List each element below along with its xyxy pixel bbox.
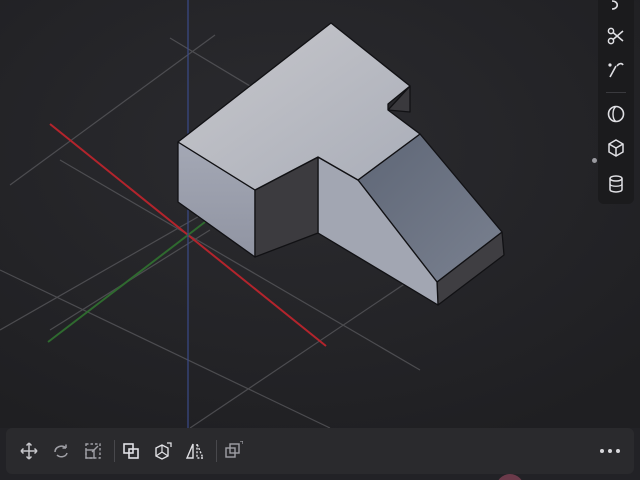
rotate-icon xyxy=(54,444,68,458)
toolbar-divider xyxy=(606,92,626,93)
cube-icon xyxy=(608,139,624,157)
scissors-icon xyxy=(607,27,624,45)
duplicate-icon xyxy=(225,441,243,458)
extrude-icon xyxy=(155,442,172,460)
cut-button[interactable] xyxy=(598,20,634,52)
trim-button[interactable] xyxy=(598,54,634,86)
notification-indicator xyxy=(496,474,524,480)
cad-app-window xyxy=(0,0,640,480)
scale-button[interactable] xyxy=(78,436,108,466)
right-toolbar xyxy=(592,0,634,204)
more-horizontal-icon xyxy=(598,449,622,453)
cylinder-button[interactable] xyxy=(598,168,634,200)
trim-curve-icon xyxy=(608,62,624,78)
viewport-canvas[interactable] xyxy=(0,0,640,428)
3d-viewport[interactable] xyxy=(0,0,640,428)
mirror-button[interactable] xyxy=(180,436,210,466)
revolve-button[interactable] xyxy=(598,98,634,130)
boolean-icon xyxy=(123,443,139,459)
duplicate-button[interactable] xyxy=(218,436,248,466)
toolbar-divider xyxy=(216,440,217,462)
extrude-button[interactable] xyxy=(148,436,178,466)
revolve-icon xyxy=(607,105,625,123)
bottom-toolbar xyxy=(6,428,634,474)
toolbar-indicator-dot xyxy=(592,158,597,163)
box-button[interactable] xyxy=(598,132,634,164)
toolbar-divider xyxy=(114,440,115,462)
scale-icon xyxy=(85,443,101,459)
undo-icon xyxy=(611,0,619,10)
more-options-button[interactable] xyxy=(592,436,628,466)
move-arrows-icon xyxy=(20,442,38,460)
rotate-button[interactable] xyxy=(46,436,76,466)
mirror-icon xyxy=(185,443,205,459)
boolean-button[interactable] xyxy=(116,436,146,466)
move-button[interactable] xyxy=(14,436,44,466)
undo-button[interactable] xyxy=(598,0,634,22)
cylinder-icon xyxy=(609,175,623,193)
